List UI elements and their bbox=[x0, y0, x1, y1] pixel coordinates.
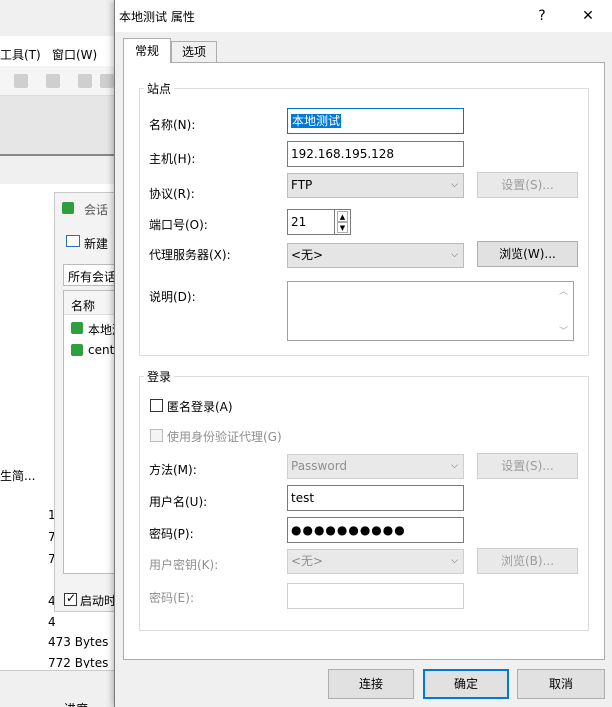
chevron-down-icon: ⌵ bbox=[451, 461, 458, 471]
chevron-down-icon: ⌵ bbox=[451, 556, 458, 566]
user-key-label: 用户密钥(K): bbox=[149, 558, 219, 572]
spin-up-icon[interactable]: ▲ bbox=[337, 211, 348, 222]
left-text: 生简... bbox=[0, 469, 36, 483]
cancel-button[interactable]: 取消 bbox=[517, 669, 605, 699]
protocol-value: FTP bbox=[291, 178, 313, 192]
proxy-select[interactable]: <无> ⌵ bbox=[287, 243, 464, 268]
login-group-legend: 登录 bbox=[144, 368, 175, 385]
connect-button[interactable]: 连接 bbox=[328, 669, 414, 699]
key-browse-button[interactable]: 浏览(B)... bbox=[477, 548, 578, 574]
properties-dialog: 本地测试 属性 ? ✕ 常规 选项 站点 名称(N): 本地测试 主机(H): … bbox=[114, 0, 612, 707]
paste-icon[interactable] bbox=[100, 74, 114, 88]
port-field[interactable]: 21 bbox=[287, 209, 335, 235]
dialog-title: 本地测试 属性 bbox=[119, 10, 195, 24]
auth-agent-checkbox[interactable] bbox=[150, 429, 163, 442]
startup-checkbox[interactable]: ✓ bbox=[64, 591, 77, 606]
username-field[interactable]: test bbox=[287, 485, 464, 511]
proxy-value: <无> bbox=[291, 248, 324, 262]
anonymous-label: 匿名登录(A) bbox=[167, 400, 233, 414]
file-size: 473 Bytes bbox=[48, 635, 109, 649]
auth-agent-label: 使用身份验证代理(G) bbox=[167, 430, 282, 444]
row-number: 4 bbox=[48, 615, 56, 629]
name-value: 本地测试 bbox=[291, 114, 342, 128]
host-label: 主机(H): bbox=[149, 152, 196, 166]
method-select[interactable]: Password ⌵ bbox=[287, 454, 464, 479]
session-panel-title: 会话 bbox=[84, 203, 109, 217]
column-name[interactable]: 名称 bbox=[71, 297, 95, 314]
chevron-down-icon: ⌵ bbox=[451, 250, 458, 260]
protocol-select[interactable]: FTP ⌵ bbox=[287, 173, 464, 198]
username-label: 用户名(U): bbox=[149, 495, 208, 509]
name-field[interactable]: 本地测试 bbox=[287, 108, 464, 134]
anonymous-checkbox[interactable] bbox=[150, 399, 163, 412]
chevron-down-icon: ⌵ bbox=[451, 180, 458, 190]
proxy-label: 代理服务器(X): bbox=[149, 248, 231, 262]
new-session-button[interactable]: 新建 bbox=[84, 235, 108, 252]
description-field[interactable]: ︿ ﹀ bbox=[287, 281, 574, 341]
copy-icon[interactable] bbox=[78, 74, 92, 88]
close-icon[interactable]: ✕ bbox=[573, 6, 603, 26]
menu-tools[interactable]: 工具(T) bbox=[0, 46, 41, 63]
ok-button[interactable]: 确定 bbox=[423, 669, 509, 699]
new-session-icon[interactable] bbox=[66, 235, 80, 247]
port-spinner[interactable]: ▲ ▼ bbox=[335, 209, 351, 235]
transfer-icon[interactable] bbox=[46, 74, 60, 88]
tab-general-label[interactable]: 常规 bbox=[123, 41, 171, 63]
tab-options-label[interactable]: 选项 bbox=[171, 42, 217, 64]
scroll-up-icon[interactable]: ︿ bbox=[559, 284, 568, 297]
all-sessions-tab[interactable]: 所有会话 bbox=[63, 264, 120, 286]
user-key-select[interactable]: <无> ⌵ bbox=[287, 549, 464, 574]
protocol-label: 协议(R): bbox=[149, 187, 195, 201]
passphrase-label: 密码(E): bbox=[149, 591, 194, 605]
toolbar-icon[interactable] bbox=[14, 74, 28, 88]
method-settings-button[interactable]: 设置(S)... bbox=[477, 453, 578, 479]
description-label: 说明(D): bbox=[149, 290, 196, 304]
file-size: 772 Bytes bbox=[48, 656, 109, 668]
passphrase-field[interactable] bbox=[287, 583, 464, 609]
background-statusbar bbox=[0, 670, 120, 707]
tab-page: 站点 名称(N): 本地测试 主机(H): 192.168.195.128 协议… bbox=[123, 62, 605, 660]
scroll-down-icon[interactable]: ﹀ bbox=[559, 324, 568, 337]
background-panel bbox=[0, 96, 120, 156]
host-field[interactable]: 192.168.195.128 bbox=[287, 141, 464, 167]
password-field[interactable]: ●●●●●●●●●● bbox=[287, 517, 464, 543]
site-group-legend: 站点 bbox=[144, 80, 175, 97]
session-icon bbox=[62, 202, 74, 214]
proxy-browse-button[interactable]: 浏览(W)... bbox=[477, 241, 578, 267]
method-label: 方法(M): bbox=[149, 463, 197, 477]
protocol-settings-button[interactable]: 设置(S)... bbox=[477, 172, 578, 198]
port-label: 端口号(O): bbox=[149, 218, 208, 232]
password-label: 密码(P): bbox=[149, 527, 194, 541]
session-icon bbox=[71, 322, 83, 334]
menu-window[interactable]: 窗口(W) bbox=[52, 46, 97, 63]
user-key-value: <无> bbox=[291, 554, 324, 568]
name-label: 名称(N): bbox=[149, 118, 196, 132]
method-value: Password bbox=[291, 459, 348, 473]
help-button[interactable]: ? bbox=[527, 6, 557, 26]
spin-down-icon[interactable]: ▼ bbox=[337, 222, 348, 233]
scrollbar[interactable]: ︿ ﹀ bbox=[556, 282, 573, 340]
session-icon bbox=[71, 344, 83, 356]
progress-header: 进度 bbox=[64, 700, 88, 707]
